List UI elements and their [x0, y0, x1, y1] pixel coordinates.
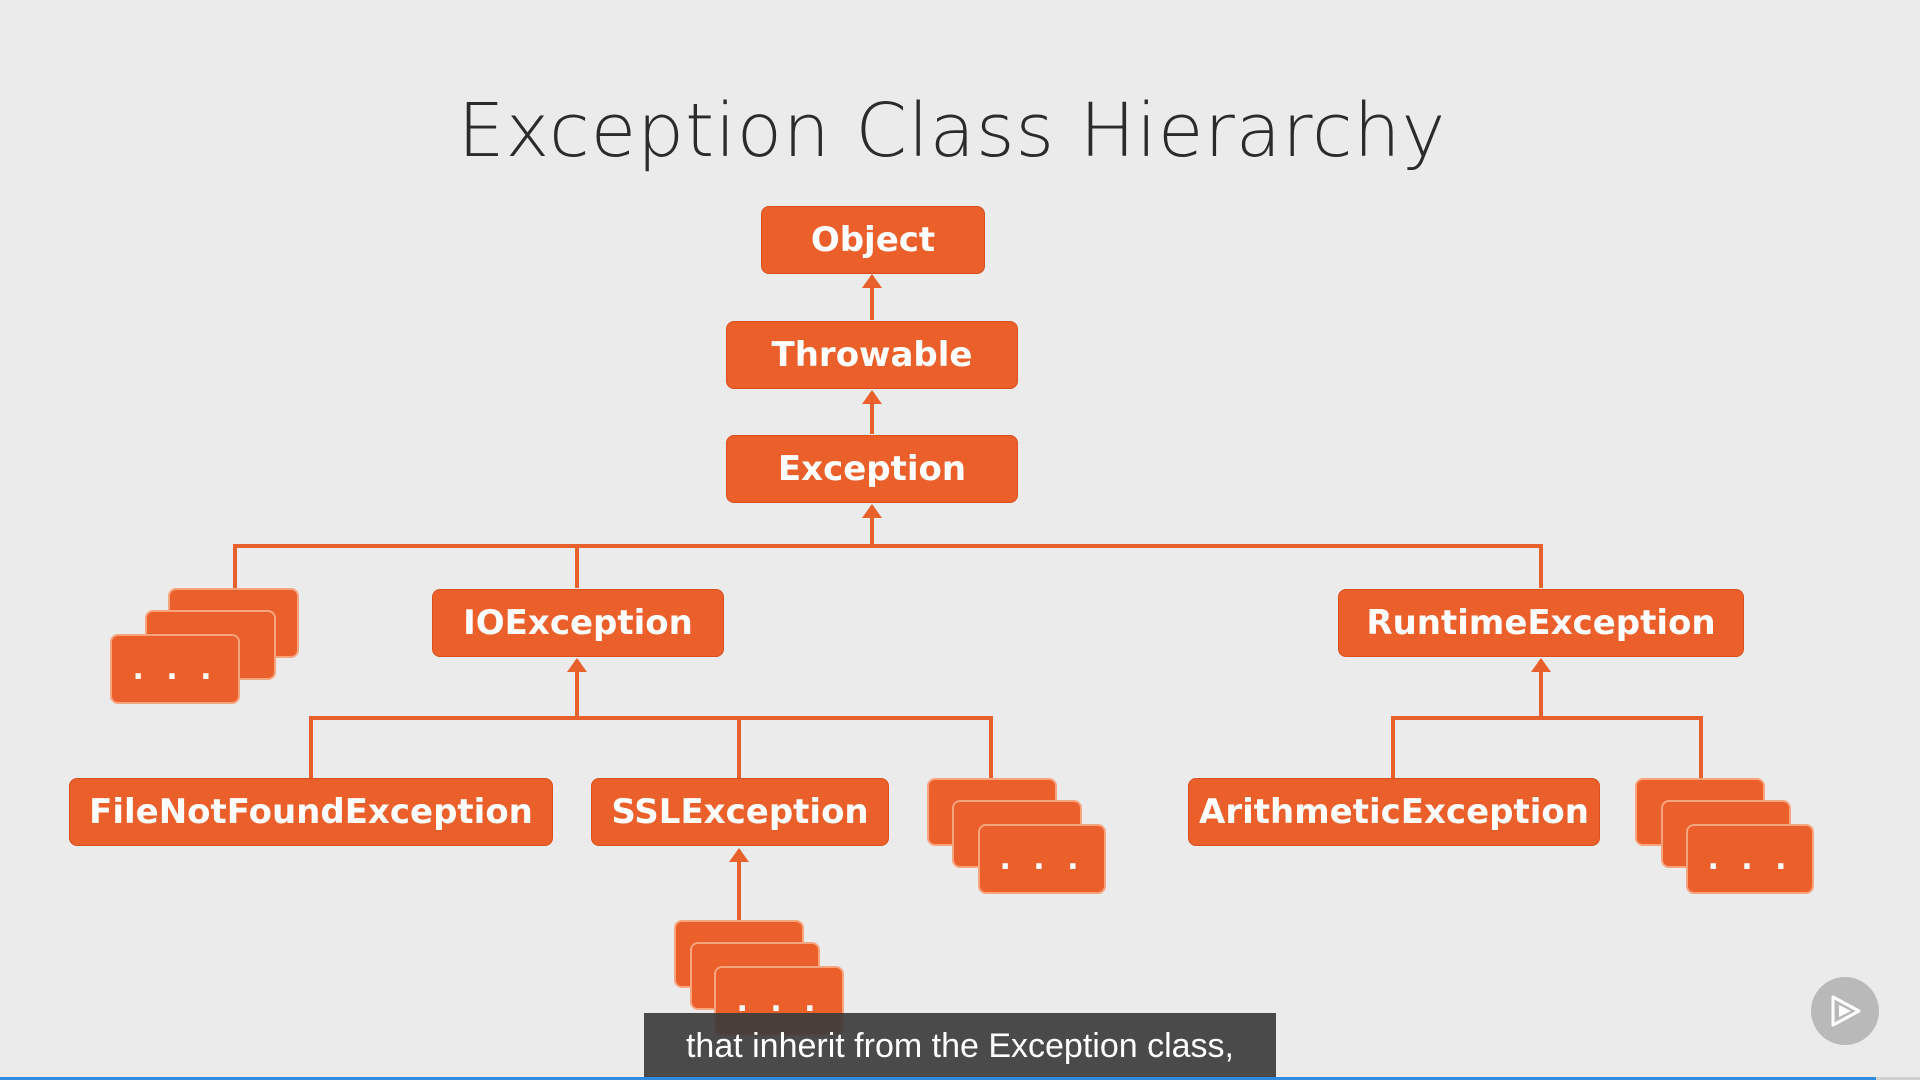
stack-card-front: . . .: [1686, 824, 1814, 894]
stack-card-front: . . .: [978, 824, 1106, 894]
bus-exception-children: [233, 544, 1543, 588]
node-exception: Exception: [726, 435, 1018, 503]
slide-stage: Exception Class Hierarchy Object Throwab…: [0, 0, 1920, 1080]
node-object: Object: [761, 206, 985, 274]
hierarchy-connectors: [233, 274, 1703, 920]
bus-runtime-children: [1391, 716, 1703, 778]
play-logo-icon: [1831, 995, 1861, 1027]
node-arithmeticexception: ArithmeticException: [1188, 778, 1600, 846]
subtitle-caption: that inherit from the Exception class,: [644, 1013, 1276, 1080]
bus-ioexception-children: [309, 716, 993, 778]
node-sslexception: SSLException: [591, 778, 889, 846]
node-ioexception: IOException: [432, 589, 724, 657]
node-runtimeexception: RuntimeException: [1338, 589, 1744, 657]
play-button[interactable]: [1811, 977, 1879, 1045]
stack-card-front: . . .: [110, 634, 240, 704]
node-throwable: Throwable: [726, 321, 1018, 389]
node-filenotfoundexception: FileNotFoundException: [69, 778, 553, 846]
